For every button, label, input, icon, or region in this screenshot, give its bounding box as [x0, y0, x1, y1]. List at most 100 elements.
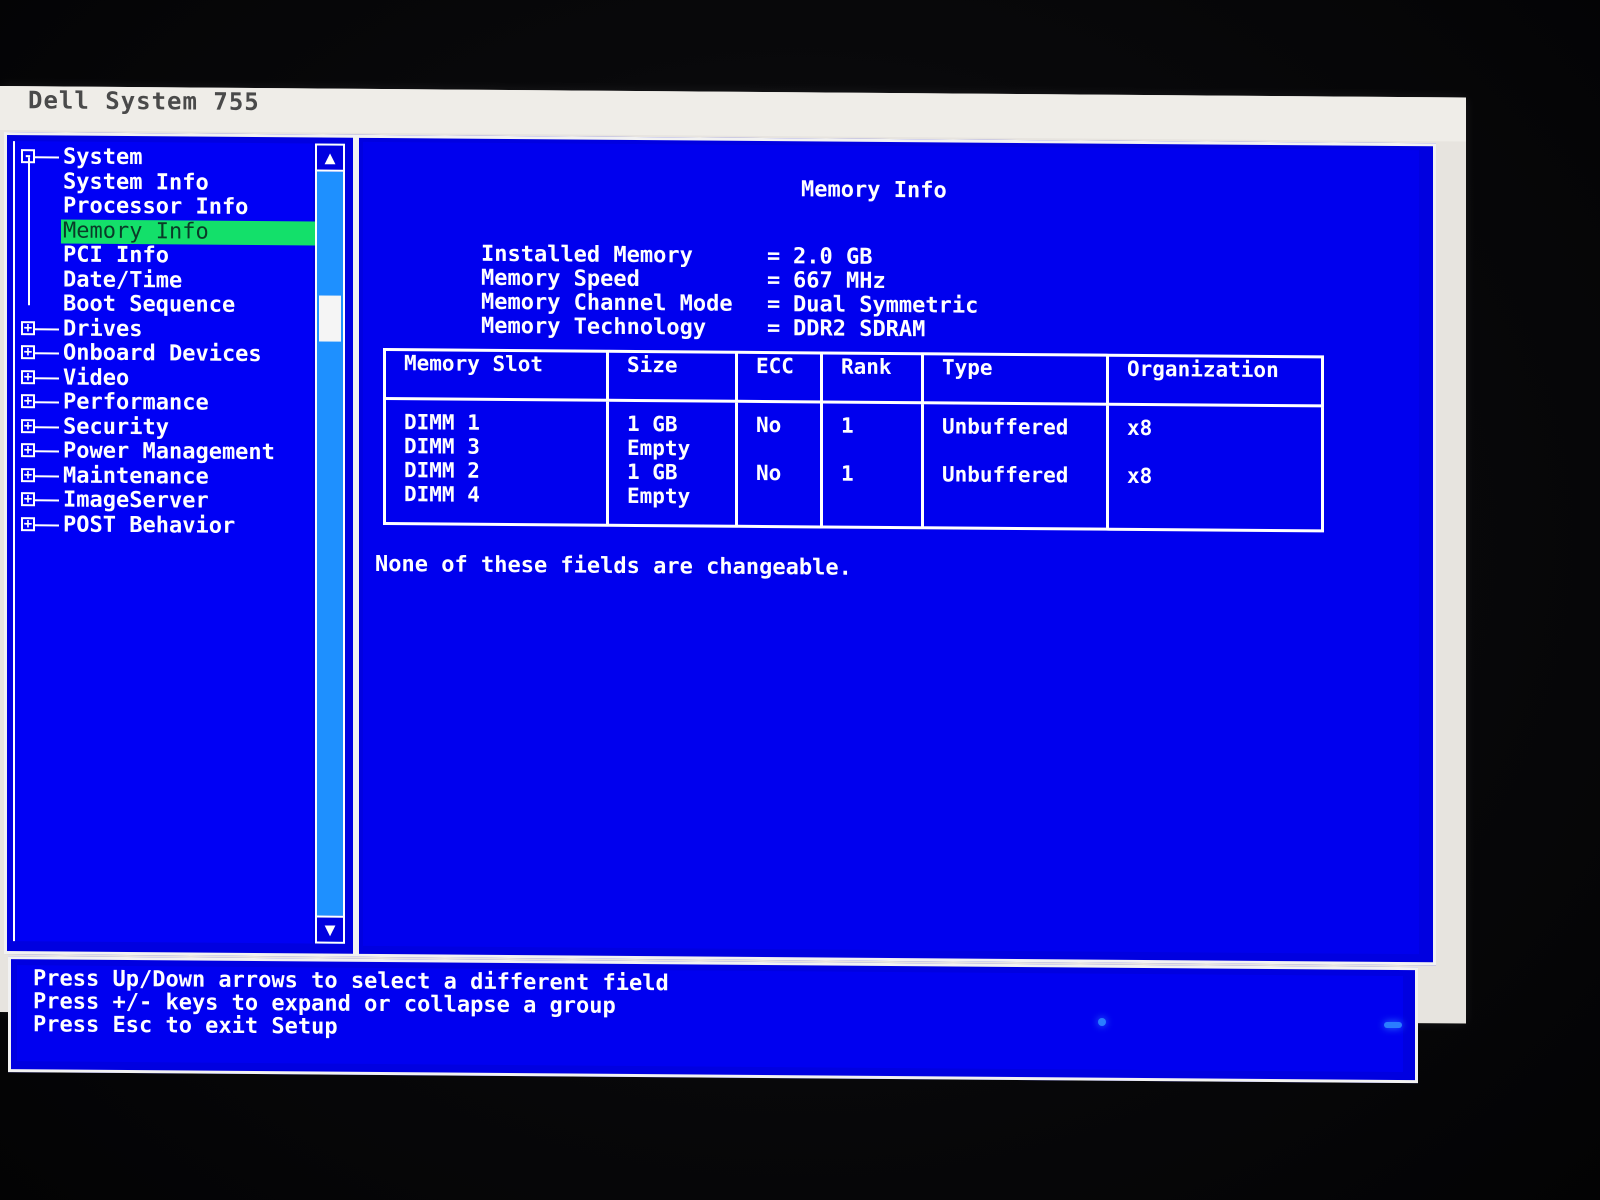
bios-screen: Dell System 755 - System System Info Proces… [0, 86, 1466, 1084]
memory-slot-table: Memory Slot Size ECC Rank Type Organizat… [383, 348, 1324, 533]
ecc-cell: No [756, 460, 782, 486]
tree-group-maintenance[interactable]: + Maintenance [21, 462, 311, 491]
settings-tree-panel: - System System Info Processor Info Memory I… [13, 141, 315, 944]
type-cell: Unbuffered [942, 462, 1069, 488]
power-led-icon [1098, 1018, 1106, 1026]
expand-icon[interactable]: + [21, 516, 35, 532]
ecc-cell [756, 437, 802, 461]
rank-cell [841, 486, 903, 510]
tree-item-boot-sequence[interactable]: Boot Sequence [21, 291, 311, 319]
column-header-size: Size [607, 351, 737, 402]
expand-icon[interactable]: + [21, 467, 35, 483]
ecc-cell [756, 485, 802, 509]
readonly-note: None of these fields are changeable. [375, 551, 852, 581]
table-header-row: Memory Slot Size ECC Rank Type Organizat… [384, 349, 1323, 406]
type-cell: Unbuffered [942, 414, 1069, 440]
rank-column: 1 1 [821, 401, 923, 528]
tree-connector-dash [35, 352, 59, 355]
tree-connector-dash [35, 327, 59, 330]
tree-item-label: ImageServer [63, 487, 209, 514]
tree-group-performance[interactable]: + Performance [21, 389, 311, 417]
ecc-cell: No [756, 412, 782, 438]
expand-icon[interactable]: + [21, 393, 35, 409]
tree-item-label: Video [63, 364, 130, 391]
tree-group-power-management[interactable]: + Power Management [21, 438, 311, 466]
column-header-type: Type [922, 353, 1108, 405]
tree-item-label: PCI Info [63, 242, 169, 269]
expand-icon[interactable]: + [21, 418, 35, 434]
tree-item-label: Power Management [63, 438, 275, 466]
tree-item-label: Processor Info [63, 193, 249, 220]
tree-group-post-behavior[interactable]: + POST Behavior [21, 511, 311, 540]
size-cell: Empty [627, 483, 691, 509]
tree-item-label: System [63, 144, 143, 171]
tree-item-label: Performance [63, 389, 209, 416]
expand-icon[interactable]: + [21, 369, 35, 385]
organization-cell: x8 [1127, 415, 1153, 441]
tree-item-pci-info[interactable]: PCI Info [21, 242, 311, 270]
slot-column: DIMM 1 DIMM 3 DIMM 2 DIMM 4 [384, 398, 608, 526]
scroll-down-icon[interactable]: ▼ [317, 915, 343, 942]
tree-item-processor-info[interactable]: Processor Info [21, 193, 311, 221]
content-frame: Memory Info Installed Memory = 2.0 GB Memo… [356, 134, 1436, 966]
table-row: DIMM 1 DIMM 3 DIMM 2 DIMM 4 1 GB Empty 1… [384, 398, 1323, 531]
tree-group-system[interactable]: - System [21, 144, 311, 172]
slot-cell: DIMM 3 [404, 434, 480, 459]
tree-connector-dash [35, 450, 59, 453]
organization-cell: x8 [1127, 463, 1153, 489]
tree-connector-dash [35, 474, 59, 477]
tree-item-label: Onboard Devices [63, 340, 262, 368]
ecc-column: No No [736, 401, 822, 527]
tree-item-label: Drives [63, 315, 143, 342]
expand-icon[interactable]: + [21, 442, 35, 458]
column-header-rank: Rank [821, 352, 923, 403]
tree-item-label: Boot Sequence [63, 291, 236, 318]
tree-group-imageserver[interactable]: + ImageServer [21, 487, 311, 515]
size-cell: 1 GB [627, 459, 678, 485]
rank-cell: 1 [841, 461, 854, 486]
scroll-thumb[interactable] [319, 295, 341, 342]
expand-icon[interactable]: + [21, 344, 35, 360]
rank-cell: 1 [841, 413, 854, 438]
help-frame: Press Up/Down arrows to select a differe… [8, 956, 1418, 1084]
tree-item-memory-info[interactable]: Memory Info [21, 218, 315, 246]
organization-cell [1127, 440, 1303, 465]
tree-group-onboard-devices[interactable]: + Onboard Devices [21, 340, 311, 368]
field-value: DDR2 SDRAM [792, 316, 926, 343]
tree-item-label: System Info [63, 168, 209, 196]
window-title: Dell System 755 [28, 86, 260, 117]
tree-group-video[interactable]: + Video [21, 364, 311, 393]
field-equals: = [766, 316, 781, 342]
tree-connector-dash [35, 401, 59, 404]
organization-column: x8 x8 [1107, 404, 1323, 531]
tree-group-drives[interactable]: + Drives [21, 315, 311, 344]
tree-scrollbar[interactable]: ▲ ▼ [315, 143, 345, 944]
tree-item-system-info[interactable]: System Info [21, 168, 311, 197]
size-cell: 1 GB [627, 411, 678, 437]
settings-tree: - System System Info Processor Info Memory I… [21, 144, 315, 540]
type-column: Unbuffered Unbuffered [922, 402, 1108, 530]
scroll-up-icon[interactable]: ▲ [317, 145, 343, 172]
tree-item-label: Security [63, 413, 169, 440]
field-label: Memory Technology [480, 313, 707, 341]
expand-icon[interactable]: + [21, 491, 35, 507]
tree-connector-dash [35, 499, 59, 502]
tree-item-label: Maintenance [63, 462, 209, 490]
column-header-memory-slot: Memory Slot [384, 349, 608, 401]
tree-item-label: POST Behavior [63, 511, 236, 539]
expand-icon[interactable]: + [21, 320, 35, 336]
size-cell: Empty [627, 435, 691, 461]
navigation-frame: - System System Info Processor Info Memory I… [4, 132, 356, 957]
page-title: Memory Info [801, 177, 947, 204]
slot-cell: DIMM 2 [404, 458, 480, 483]
tree-connector-dash [35, 156, 59, 159]
collapse-icon[interactable]: - [21, 148, 35, 164]
type-cell [942, 486, 1088, 511]
type-cell [942, 438, 1088, 463]
tree-group-security[interactable]: + Security [21, 413, 311, 442]
help-panel: Press Up/Down arrows to select a differe… [17, 965, 1403, 1073]
tree-item-label: Memory Info [61, 218, 315, 246]
tree-item-date-time[interactable]: Date/Time [21, 267, 311, 295]
column-header-organization: Organization [1107, 355, 1323, 406]
tree-connector-dash [35, 523, 59, 526]
